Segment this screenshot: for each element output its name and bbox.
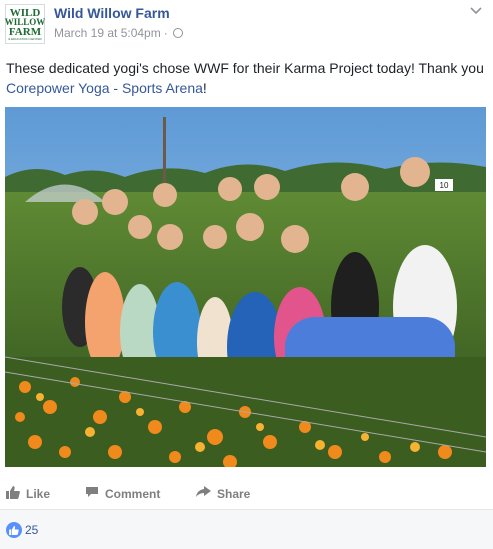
post-meta: Wild Willow Farm March 19 at 5:04pm · — [54, 4, 183, 41]
page-name-link[interactable]: Wild Willow Farm — [54, 4, 183, 23]
thumbs-up-icon[interactable] — [6, 522, 22, 538]
logo-line-1: WILD — [9, 6, 41, 19]
comment-label: Comment — [105, 486, 161, 501]
post-card: WILD WILLOW FARM & EDUCATION CENTER Wild… — [0, 0, 493, 549]
post-header: WILD WILLOW FARM & EDUCATION CENTER Wild… — [5, 4, 183, 46]
reactions-bar: 25 — [0, 510, 493, 549]
post-timestamp[interactable]: March 19 at 5:04pm — [54, 25, 161, 41]
post-subline: March 19 at 5:04pm · — [54, 25, 183, 41]
logo-line-3: FARM — [8, 25, 42, 38]
post-photo[interactable]: 10 — [5, 107, 486, 467]
share-label: Share — [217, 486, 251, 501]
share-icon — [196, 486, 211, 501]
post-text-end: ! — [202, 80, 207, 96]
page-avatar[interactable]: WILD WILLOW FARM & EDUCATION CENTER — [5, 4, 45, 44]
corepower-link[interactable]: Corepower Yoga - Sports Arena — [6, 80, 203, 96]
chevron-down-icon[interactable] — [469, 6, 483, 20]
logo-line-4: & EDUCATION CENTER — [8, 36, 42, 41]
globe-icon — [172, 28, 183, 38]
thumbs-up-icon — [6, 486, 20, 502]
post-actions: Like Comment Share — [0, 482, 493, 506]
comment-icon — [85, 486, 99, 501]
post-text-body: These dedicated yogi's chose WWF for the… — [6, 60, 484, 76]
share-button[interactable]: Share — [196, 486, 250, 501]
like-label: Like — [26, 487, 51, 501]
photo-sign-number: 10 — [440, 181, 449, 190]
post-text: These dedicated yogi's chose WWF for the… — [6, 58, 486, 98]
like-button[interactable]: Like — [6, 486, 50, 502]
like-count[interactable]: 25 — [25, 523, 38, 537]
meta-separator: · — [163, 26, 168, 40]
comment-button[interactable]: Comment — [85, 486, 160, 501]
